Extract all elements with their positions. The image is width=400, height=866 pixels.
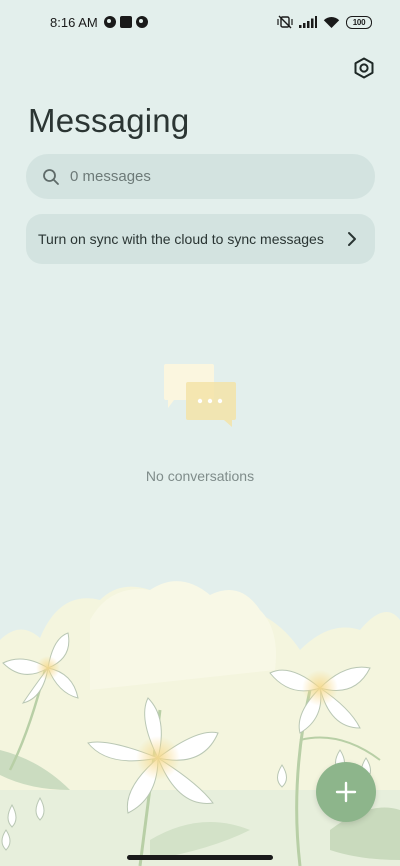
search-input[interactable] xyxy=(70,168,340,185)
settings-button[interactable] xyxy=(350,54,378,82)
status-left: 8:16 AM xyxy=(50,15,148,30)
vibrate-mute-icon xyxy=(277,15,293,29)
settings-hexagon-icon xyxy=(354,57,374,79)
notification-icon xyxy=(103,16,116,28)
new-conversation-button[interactable] xyxy=(316,762,376,822)
battery-indicator: 100 xyxy=(346,15,372,29)
notification-icon-2 xyxy=(135,16,148,28)
status-right: 100 xyxy=(277,15,372,29)
status-bar: 8:16 AM 100 xyxy=(0,0,400,44)
home-indicator[interactable] xyxy=(127,855,273,860)
page-title: Messaging xyxy=(28,102,190,139)
sync-banner-text: Turn on sync with the cloud to sync mess… xyxy=(38,231,324,247)
chat-bubbles-icon xyxy=(164,364,236,427)
empty-state-label: No conversations xyxy=(145,468,255,484)
chevron-right-icon xyxy=(348,232,356,246)
search-bar[interactable] xyxy=(26,154,375,199)
app-notification-icon xyxy=(119,16,132,28)
plus-icon xyxy=(335,781,357,803)
search-icon xyxy=(43,168,59,185)
status-time: 8:16 AM xyxy=(50,14,98,30)
wifi-icon xyxy=(323,16,340,28)
signal-icon xyxy=(299,16,317,28)
sync-banner[interactable]: Turn on sync with the cloud to sync mess… xyxy=(26,214,375,264)
